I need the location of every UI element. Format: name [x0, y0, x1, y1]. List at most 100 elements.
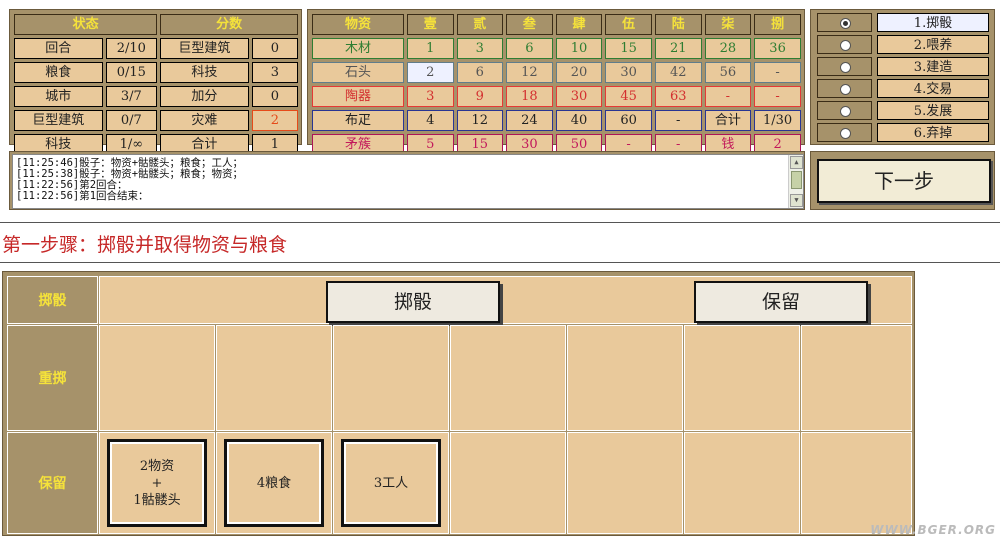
next-step-button[interactable]: 下一步	[817, 159, 991, 203]
die-text: +	[151, 475, 163, 491]
resource-row-stone: 石头 2 6 12 20 30 42 56 -	[312, 62, 801, 83]
score-value: 3	[251, 62, 298, 83]
resource-cell: 10	[555, 38, 603, 59]
roll-dice-button[interactable]: 掷骰	[326, 281, 500, 323]
die-food[interactable]: 4粮食	[224, 439, 324, 527]
keep-slot[interactable]	[684, 432, 800, 534]
keep-slot[interactable]: 4粮食	[216, 432, 332, 534]
reroll-slot[interactable]	[333, 325, 449, 431]
keep-slot[interactable]: 2物资 + 1骷髅头	[99, 432, 215, 534]
resource-cell: -	[654, 110, 702, 131]
status-panel: 状态 分数 回合 2/10 巨型建筑 0 粮食 0/15 科技 3 城市 3/7…	[9, 9, 302, 155]
resource-cell: 24	[506, 110, 553, 131]
reroll-slot[interactable]	[684, 325, 800, 431]
resource-panel: 物资 壹 贰 叁 肆 伍 陆 柒 捌 木材 1 3 6 10 15 21 28 …	[307, 9, 805, 155]
radio-cell[interactable]	[817, 57, 872, 76]
resource-cell: 18	[506, 86, 553, 107]
dice-board: 掷骰 掷骰 保留 重掷 保留 2物资 + 1骷髅头 4粮食 3工人	[2, 271, 915, 536]
scroll-up-icon[interactable]: ▲	[790, 156, 803, 169]
action-panel: 1.掷骰 2.喂养 3.建造 4.交易 5.发展 6.弃掉	[810, 9, 995, 145]
status-label: 回合	[14, 38, 103, 59]
status-value: 3/7	[105, 86, 158, 107]
resource-cell: 28	[704, 38, 752, 59]
score-value: 0	[251, 86, 298, 107]
die-text: 1骷髅头	[133, 492, 181, 508]
resource-cell: 15	[605, 38, 652, 59]
action-label[interactable]: 2.喂养	[877, 35, 989, 54]
radio[interactable]	[840, 40, 851, 51]
radio-cell[interactable]	[817, 101, 872, 120]
radio-cell[interactable]	[817, 13, 872, 32]
action-label[interactable]: 4.交易	[877, 79, 989, 98]
status-header: 状态	[14, 14, 158, 35]
action-label[interactable]: 1.掷骰	[877, 13, 989, 32]
watermark: WWW.BGER.ORG	[870, 523, 996, 537]
resource-cell: 1	[406, 38, 454, 59]
resource-total-value: 1/30	[754, 110, 801, 131]
resource-cell: 12	[456, 110, 504, 131]
resource-cell: 42	[654, 62, 702, 83]
resource-cell: 3	[456, 38, 504, 59]
resource-total-label: 合计	[704, 110, 752, 131]
log-lines: [11:25:46]骰子：物资+骷髅头；粮食；工人； [11:25:38]骰子：…	[16, 158, 243, 202]
resource-cell: 12	[506, 62, 553, 83]
radio[interactable]	[840, 84, 851, 95]
radio-cell[interactable]	[817, 123, 872, 142]
action-item-build[interactable]: 3.建造	[817, 57, 991, 76]
action-item-develop[interactable]: 5.发展	[817, 101, 991, 120]
resource-cell: -	[754, 86, 801, 107]
radio[interactable]	[840, 106, 851, 117]
resource-table: 物资 壹 贰 叁 肆 伍 陆 柒 捌 木材 1 3 6 10 15 21 28 …	[309, 11, 804, 158]
radio-selected[interactable]	[840, 18, 851, 29]
resource-cell: 30	[555, 86, 603, 107]
action-item-discard[interactable]: 6.弃掉	[817, 123, 991, 142]
resource-row-pottery: 陶器 3 9 18 30 45 63 - -	[312, 86, 801, 107]
die-goods-skull[interactable]: 2物资 + 1骷髅头	[107, 439, 207, 527]
radio-cell[interactable]	[817, 79, 872, 98]
status-table: 状态 分数 回合 2/10 巨型建筑 0 粮食 0/15 科技 3 城市 3/7…	[11, 11, 301, 158]
action-label[interactable]: 3.建造	[877, 57, 989, 76]
reroll-slot[interactable]	[99, 325, 215, 431]
keep-slot[interactable]	[450, 432, 566, 534]
score-label: 科技	[160, 62, 249, 83]
reroll-slot[interactable]	[567, 325, 683, 431]
resource-cell: 40	[555, 110, 603, 131]
resource-cell: 6	[506, 38, 553, 59]
level-header: 贰	[456, 14, 504, 35]
action-label[interactable]: 5.发展	[877, 101, 989, 120]
action-label[interactable]: 6.弃掉	[877, 123, 989, 142]
resource-cell: 36	[754, 38, 801, 59]
die-workers[interactable]: 3工人	[341, 439, 441, 527]
resource-cell: 30	[605, 62, 652, 83]
reroll-slot[interactable]	[216, 325, 332, 431]
reroll-slot[interactable]	[450, 325, 566, 431]
reroll-slot[interactable]	[801, 325, 912, 431]
log-scrollbar[interactable]: ▲ ▼	[788, 155, 803, 208]
radio[interactable]	[840, 128, 851, 139]
scroll-thumb[interactable]	[791, 171, 802, 189]
resource-name: 木材	[312, 38, 404, 59]
radio[interactable]	[840, 62, 851, 73]
keep-dice-button[interactable]: 保留	[694, 281, 868, 323]
action-item-feed[interactable]: 2.喂养	[817, 35, 991, 54]
score-label: 巨型建筑	[160, 38, 249, 59]
keep-row-label: 保留	[7, 432, 98, 534]
resource-cell: -	[704, 86, 752, 107]
roll-row-label: 掷骰	[7, 276, 98, 324]
level-header: 柒	[704, 14, 752, 35]
action-item-trade[interactable]: 4.交易	[817, 79, 991, 98]
keep-slot[interactable]	[567, 432, 683, 534]
keep-slot[interactable]: 3工人	[333, 432, 449, 534]
resource-name: 布疋	[312, 110, 404, 131]
log-box[interactable]: [11:25:46]骰子：物资+骷髅头；粮食；工人； [11:25:38]骰子：…	[12, 154, 804, 209]
status-label: 粮食	[14, 62, 103, 83]
resource-row-wood: 木材 1 3 6 10 15 21 28 36	[312, 38, 801, 59]
level-header: 捌	[754, 14, 801, 35]
scroll-down-icon[interactable]: ▼	[790, 194, 803, 207]
keep-slot[interactable]	[801, 432, 912, 534]
roll-area: 掷骰 保留	[99, 276, 912, 324]
score-header: 分数	[160, 14, 298, 35]
action-item-roll[interactable]: 1.掷骰	[817, 13, 991, 32]
resource-header: 物资	[312, 14, 404, 35]
radio-cell[interactable]	[817, 35, 872, 54]
